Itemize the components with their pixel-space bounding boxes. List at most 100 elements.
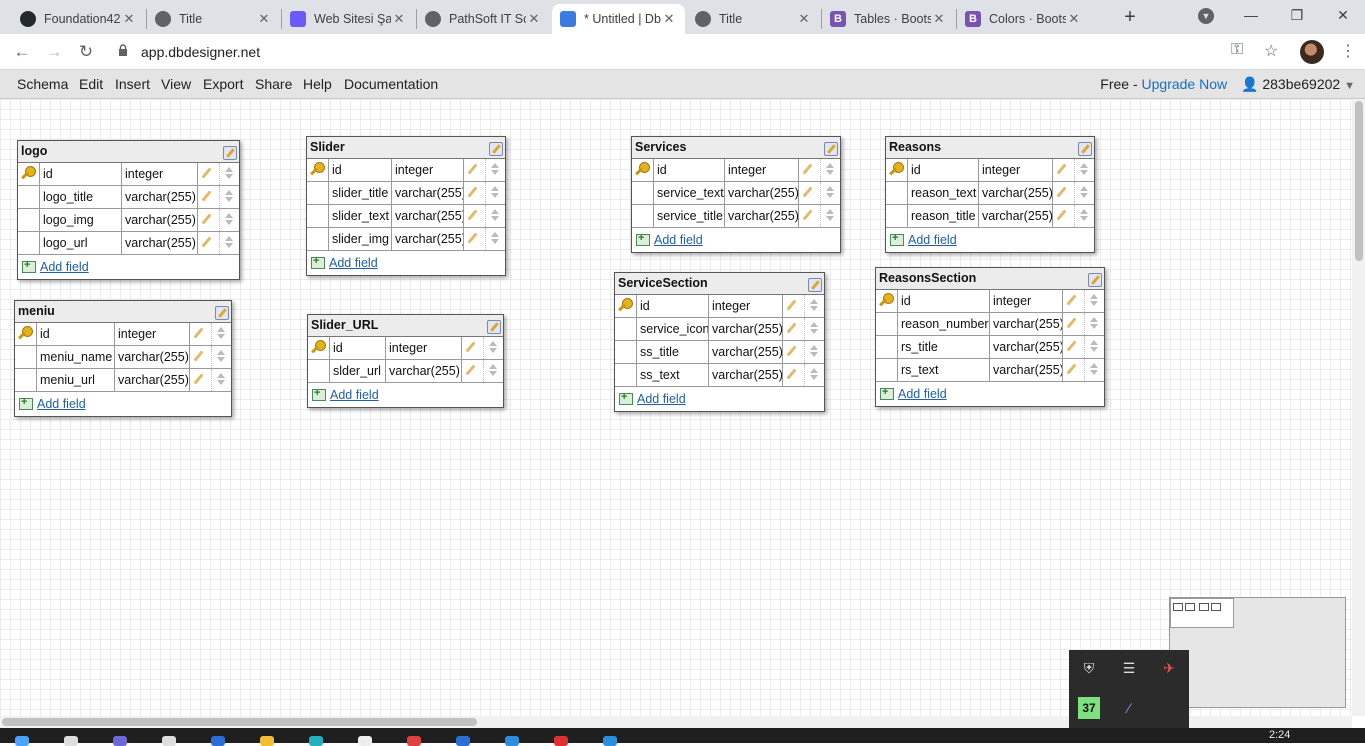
edit-field-button[interactable]	[1053, 159, 1074, 181]
edit-field-button[interactable]	[1053, 182, 1074, 204]
reorder-handle[interactable]	[211, 369, 231, 391]
field-row[interactable]: reason_number varchar(255)	[876, 313, 1104, 336]
pencil-icon[interactable]	[1066, 363, 1078, 375]
menu-view[interactable]: View	[161, 76, 191, 92]
pencil-icon[interactable]	[465, 364, 477, 376]
pen-icon[interactable]: ∕	[1118, 697, 1140, 719]
scroll-thumb[interactable]	[1355, 101, 1363, 261]
close-tab-icon[interactable]: ✕	[391, 11, 407, 27]
reorder-handle[interactable]	[219, 163, 239, 185]
shield-icon[interactable]: ⛨	[1078, 657, 1100, 679]
table-header[interactable]: ServiceSection	[615, 273, 824, 295]
field-row[interactable]: logo_img varchar(255)	[18, 209, 239, 232]
sort-arrows-icon[interactable]	[809, 344, 819, 358]
reorder-handle[interactable]	[1084, 336, 1104, 358]
tab-4[interactable]: * Untitled | Db ✕	[552, 4, 685, 34]
field-type[interactable]: integer	[115, 323, 190, 345]
taskbar-app-icon[interactable]	[113, 736, 127, 746]
pencil-icon[interactable]	[802, 163, 814, 175]
pencil-icon[interactable]	[201, 190, 213, 202]
field-name[interactable]: slider_title	[329, 182, 392, 204]
field-type[interactable]: varchar(255)	[392, 228, 464, 250]
field-name[interactable]: service_icon	[637, 318, 709, 340]
field-type[interactable]: varchar(255)	[122, 209, 198, 231]
menu-insert[interactable]: Insert	[115, 76, 150, 92]
table-logo[interactable]: logo id integer logo_title varchar(255) logo_…	[17, 140, 240, 280]
table-header[interactable]: meniu	[15, 301, 231, 323]
field-type[interactable]: integer	[709, 295, 783, 317]
address-bar[interactable]: app.dbdesigner.net	[141, 44, 260, 60]
table-reasonssection[interactable]: ReasonsSection id integer reason_number varc…	[875, 267, 1105, 407]
reorder-handle[interactable]	[1074, 182, 1094, 204]
reorder-handle[interactable]	[1074, 159, 1094, 181]
sort-arrows-icon[interactable]	[224, 212, 234, 226]
tab-3[interactable]: PathSoft IT So ✕	[417, 4, 550, 34]
table-header[interactable]: Slider	[307, 137, 505, 159]
sort-arrows-icon[interactable]	[224, 166, 234, 180]
menu-help[interactable]: Help	[303, 76, 332, 92]
edit-field-button[interactable]	[462, 337, 483, 359]
pencil-icon[interactable]	[201, 236, 213, 248]
pencil-icon[interactable]	[465, 341, 477, 353]
edit-table-icon[interactable]	[808, 278, 822, 292]
scroll-thumb[interactable]	[2, 718, 477, 726]
table-services[interactable]: Services id integer service_text varchar(255…	[631, 136, 841, 253]
pencil-icon[interactable]	[786, 368, 798, 380]
add-field-link[interactable]: Add field	[37, 397, 86, 411]
edit-field-button[interactable]	[190, 346, 211, 368]
field-name[interactable]: ss_title	[637, 341, 709, 363]
pencil-icon[interactable]	[786, 322, 798, 334]
add-field-link[interactable]: Add field	[330, 388, 379, 402]
field-type[interactable]: varchar(255)	[990, 313, 1063, 335]
chevron-down-icon[interactable]: ▼	[1344, 80, 1355, 92]
field-name[interactable]: service_text	[654, 182, 725, 204]
add-field-link[interactable]: Add field	[637, 392, 686, 406]
sort-arrows-icon[interactable]	[490, 185, 500, 199]
reorder-handle[interactable]	[211, 346, 231, 368]
sort-arrows-icon[interactable]	[488, 340, 498, 354]
reorder-handle[interactable]	[219, 209, 239, 231]
tab-5[interactable]: Title ✕	[687, 4, 820, 34]
sort-arrows-icon[interactable]	[1089, 293, 1099, 307]
edit-field-button[interactable]	[198, 232, 219, 254]
pencil-icon[interactable]	[1056, 209, 1068, 221]
restore-button[interactable]: ❐	[1274, 4, 1320, 26]
field-name[interactable]: slider_img	[329, 228, 392, 250]
bookmark-star-icon[interactable]: ☆	[1264, 41, 1278, 61]
reorder-handle[interactable]	[820, 205, 840, 227]
reorder-handle[interactable]	[1084, 313, 1104, 335]
field-name[interactable]: id	[329, 159, 392, 181]
table-header[interactable]: ReasonsSection	[876, 268, 1104, 290]
field-row[interactable]: ss_text varchar(255)	[615, 364, 824, 387]
add-field-icon[interactable]	[890, 232, 904, 246]
pencil-icon[interactable]	[1066, 317, 1078, 329]
sort-arrows-icon[interactable]	[809, 321, 819, 335]
field-type[interactable]: integer	[990, 290, 1063, 312]
vertical-scrollbar[interactable]	[1352, 99, 1365, 716]
reorder-handle[interactable]	[219, 232, 239, 254]
field-type[interactable]: varchar(255)	[115, 369, 190, 391]
reorder-handle[interactable]	[804, 364, 824, 386]
reorder-handle[interactable]	[483, 337, 503, 359]
edit-field-button[interactable]	[190, 323, 211, 345]
pencil-icon[interactable]	[467, 186, 479, 198]
pencil-icon[interactable]	[802, 209, 814, 221]
sort-arrows-icon[interactable]	[1089, 339, 1099, 353]
field-type[interactable]: integer	[392, 159, 464, 181]
field-name[interactable]: slder_url	[330, 360, 386, 382]
field-row[interactable]: reason_title varchar(255)	[886, 205, 1094, 228]
edit-field-button[interactable]	[799, 205, 820, 227]
field-row[interactable]: meniu_name varchar(255)	[15, 346, 231, 369]
table-slider[interactable]: Slider id integer slider_title varchar(255) s…	[306, 136, 506, 276]
menu-documentation[interactable]: Documentation	[344, 76, 438, 92]
field-row[interactable]: rs_title varchar(255)	[876, 336, 1104, 359]
taskbar-app-icon[interactable]	[211, 736, 225, 746]
sort-arrows-icon[interactable]	[488, 363, 498, 377]
edit-field-button[interactable]	[198, 209, 219, 231]
field-row[interactable]: service_text varchar(255)	[632, 182, 840, 205]
pencil-icon[interactable]	[1056, 186, 1068, 198]
edit-field-button[interactable]	[198, 163, 219, 185]
taskbar-app-icon[interactable]	[456, 736, 470, 746]
pencil-icon[interactable]	[193, 327, 205, 339]
add-field-icon[interactable]	[880, 386, 894, 400]
